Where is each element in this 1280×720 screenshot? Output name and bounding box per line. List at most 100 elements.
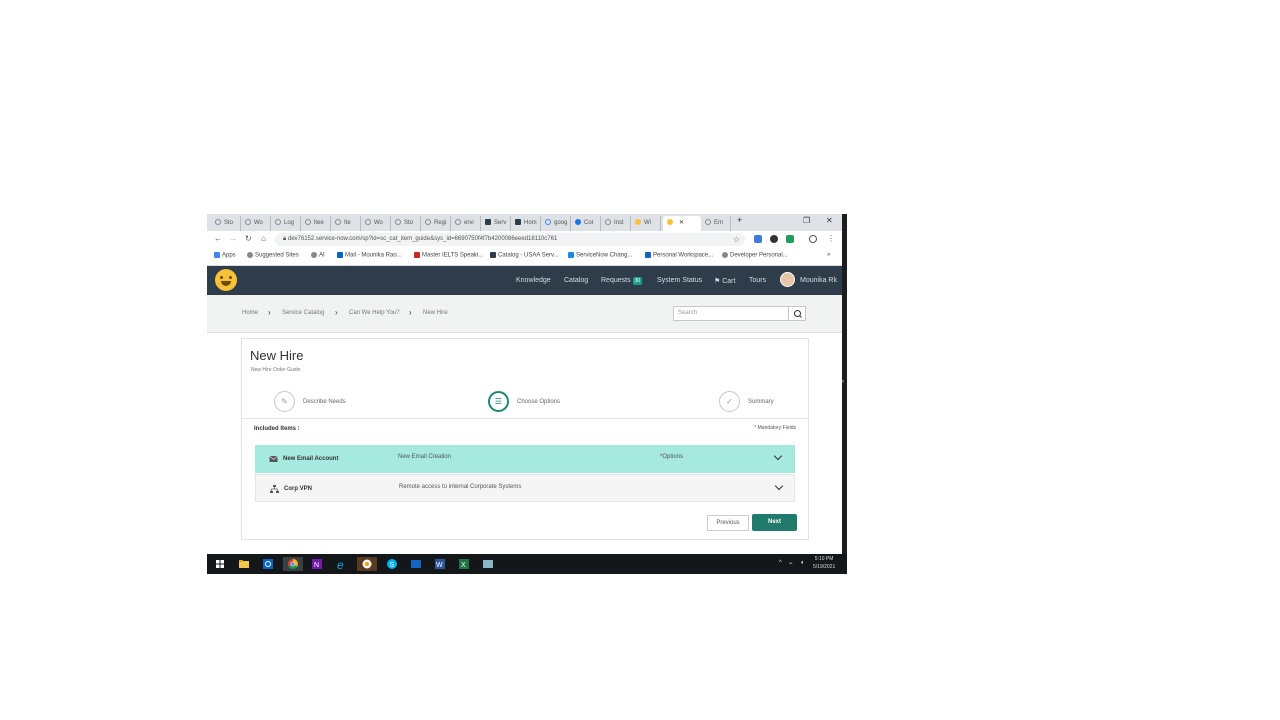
nav-cart[interactable]: ⚑ Cart [714, 277, 735, 285]
search-input[interactable]: Search [673, 306, 789, 321]
portal-logo-icon[interactable] [215, 269, 237, 291]
app-icon[interactable] [481, 557, 495, 571]
user-name[interactable]: Mounika Rk [800, 277, 837, 284]
internet-explorer-icon[interactable]: e [335, 557, 349, 572]
browser-tab[interactable]: goog [541, 216, 571, 231]
breadcrumb-can-we-help[interactable]: Can We Help You? [349, 310, 400, 316]
globe-icon [215, 219, 221, 226]
reload-icon[interactable]: ↻ [245, 234, 252, 243]
bookmark-item[interactable]: Personal Workspace... [645, 252, 713, 259]
more-bookmarks-icon[interactable]: » [827, 252, 830, 258]
browser-tab[interactable]: Em [701, 216, 731, 231]
globe-icon [605, 219, 611, 226]
servicenow-icon [485, 219, 491, 226]
bookmark-apps[interactable]: Apps [214, 252, 236, 259]
item-description: New Email Creation [398, 454, 452, 460]
breadcrumb-home[interactable]: Home [242, 310, 258, 316]
file-explorer-icon[interactable] [237, 557, 251, 571]
browser-tab[interactable]: Inst [601, 216, 631, 231]
browser-tab[interactable]: Sto [391, 216, 421, 231]
word-icon[interactable]: W [433, 557, 447, 571]
bookmark-item[interactable]: Mail - Mounika Rao... [337, 252, 402, 259]
smiley-icon [635, 219, 641, 226]
bookmark-item[interactable]: Master IELTS Speaki... [414, 252, 483, 259]
order-guide-card: New Hire New Hire Order Guide ✎ Describe… [241, 338, 809, 540]
edit-icon: ✎ [281, 397, 288, 406]
browser-tab[interactable]: Regi [421, 216, 451, 231]
extension-icon[interactable] [786, 235, 794, 243]
forward-arrow-icon[interactable]: → [229, 234, 237, 243]
bookmark-star-icon[interactable]: ☆ [733, 233, 740, 246]
bookmark-item[interactable]: Developer Personal... [722, 252, 788, 259]
network-icon [270, 485, 279, 493]
browser-tab[interactable]: ltee [301, 216, 331, 231]
close-tab-icon[interactable]: ✕ [679, 220, 684, 226]
user-avatar[interactable] [780, 272, 795, 287]
browser-tab[interactable]: ervi [451, 216, 481, 231]
browser-tab[interactable]: Log [271, 216, 301, 231]
browser-menu-icon[interactable]: ⋮ [827, 234, 835, 243]
volume-icon[interactable]: 🔈︎ [801, 560, 805, 567]
envelope-icon [269, 455, 278, 462]
browser-tab-active[interactable]: ✕ [663, 216, 701, 231]
browser-tab[interactable]: Wo [241, 216, 271, 231]
start-button[interactable] [213, 557, 227, 571]
browser-tab[interactable]: Wi [631, 216, 661, 231]
extension-icon[interactable] [754, 235, 762, 243]
skype-icon[interactable]: S [385, 557, 399, 571]
globe-icon [305, 219, 311, 226]
browser-tab[interactable]: Sto [211, 216, 241, 231]
network-tray-icon[interactable]: ⌁ [789, 560, 793, 567]
breadcrumb-service-catalog[interactable]: Service Catalog [282, 310, 324, 316]
nav-tours[interactable]: Tours [749, 277, 766, 284]
chevron-down-icon[interactable] [774, 481, 784, 491]
excel-icon[interactable]: X [457, 557, 471, 571]
tray-chevron-up-icon[interactable]: ^ [779, 560, 782, 566]
chevron-down-icon[interactable] [773, 451, 783, 461]
chevron-left-icon[interactable]: ‹ [842, 379, 844, 385]
diamond-icon [575, 219, 581, 226]
globe-icon [365, 219, 371, 226]
outlook-icon[interactable] [261, 557, 275, 571]
onenote-icon[interactable]: N [310, 557, 324, 571]
close-window-icon[interactable]: ✕ [826, 216, 833, 225]
previous-button[interactable]: Previous [707, 515, 749, 531]
nav-system-status[interactable]: System Status [657, 277, 702, 284]
included-item-row[interactable]: Corp VPN Remote access to internal Corpo… [255, 474, 795, 502]
nav-knowledge[interactable]: Knowledge [516, 277, 551, 284]
url-bar[interactable]: 🔒︎ dev76152.service-now.com/sp?id=sc_cat… [275, 233, 745, 246]
restore-window-icon[interactable]: ❐ [803, 216, 810, 225]
bookmark-item[interactable]: Catalog - USAA Serv... [490, 252, 559, 259]
browser-tab[interactable]: Hom [511, 216, 541, 231]
globe-icon [722, 252, 728, 258]
new-tab-icon[interactable]: + [737, 215, 742, 225]
search-icon[interactable] [789, 306, 806, 321]
nav-catalog[interactable]: Catalog [564, 277, 588, 284]
system-clock[interactable]: 5:10 PM 5/19/2021 [813, 555, 835, 571]
next-button[interactable]: Next [752, 514, 797, 531]
browser-tab[interactable]: Ite [331, 216, 361, 231]
page-subtitle: New Hire Order Guide [251, 367, 301, 373]
globe-icon [311, 252, 317, 258]
svg-text:S: S [390, 562, 395, 569]
back-arrow-icon[interactable]: ← [214, 234, 222, 243]
mandatory-fields-note: * Mandatory Fields [754, 425, 796, 431]
included-item-row[interactable]: New Email Account New Email Creation *Op… [255, 445, 795, 473]
browser-tab[interactable]: Cor [571, 216, 601, 231]
chrome-icon[interactable] [283, 557, 303, 571]
profile-icon[interactable] [809, 235, 817, 243]
extension-icon[interactable] [770, 235, 778, 243]
home-icon[interactable]: ⌂ [261, 234, 266, 243]
bookmark-item[interactable]: ServiceNow Chang... [568, 252, 632, 259]
list-icon: ☰ [494, 397, 503, 406]
nav-requests[interactable]: Requests 30 [601, 277, 643, 285]
app-icon[interactable] [357, 557, 377, 571]
item-options-link[interactable]: *Options [660, 454, 683, 460]
browser-tab[interactable]: Wo [361, 216, 391, 231]
bookmarks-bar: Apps Suggested Sites AI Mail - Mounika R… [207, 248, 847, 266]
globe-icon [705, 219, 711, 226]
browser-tab[interactable]: Serv [481, 216, 511, 231]
video-app-icon[interactable] [409, 557, 423, 571]
bookmark-item[interactable]: AI [311, 252, 325, 259]
bookmark-item[interactable]: Suggested Sites [247, 252, 299, 259]
